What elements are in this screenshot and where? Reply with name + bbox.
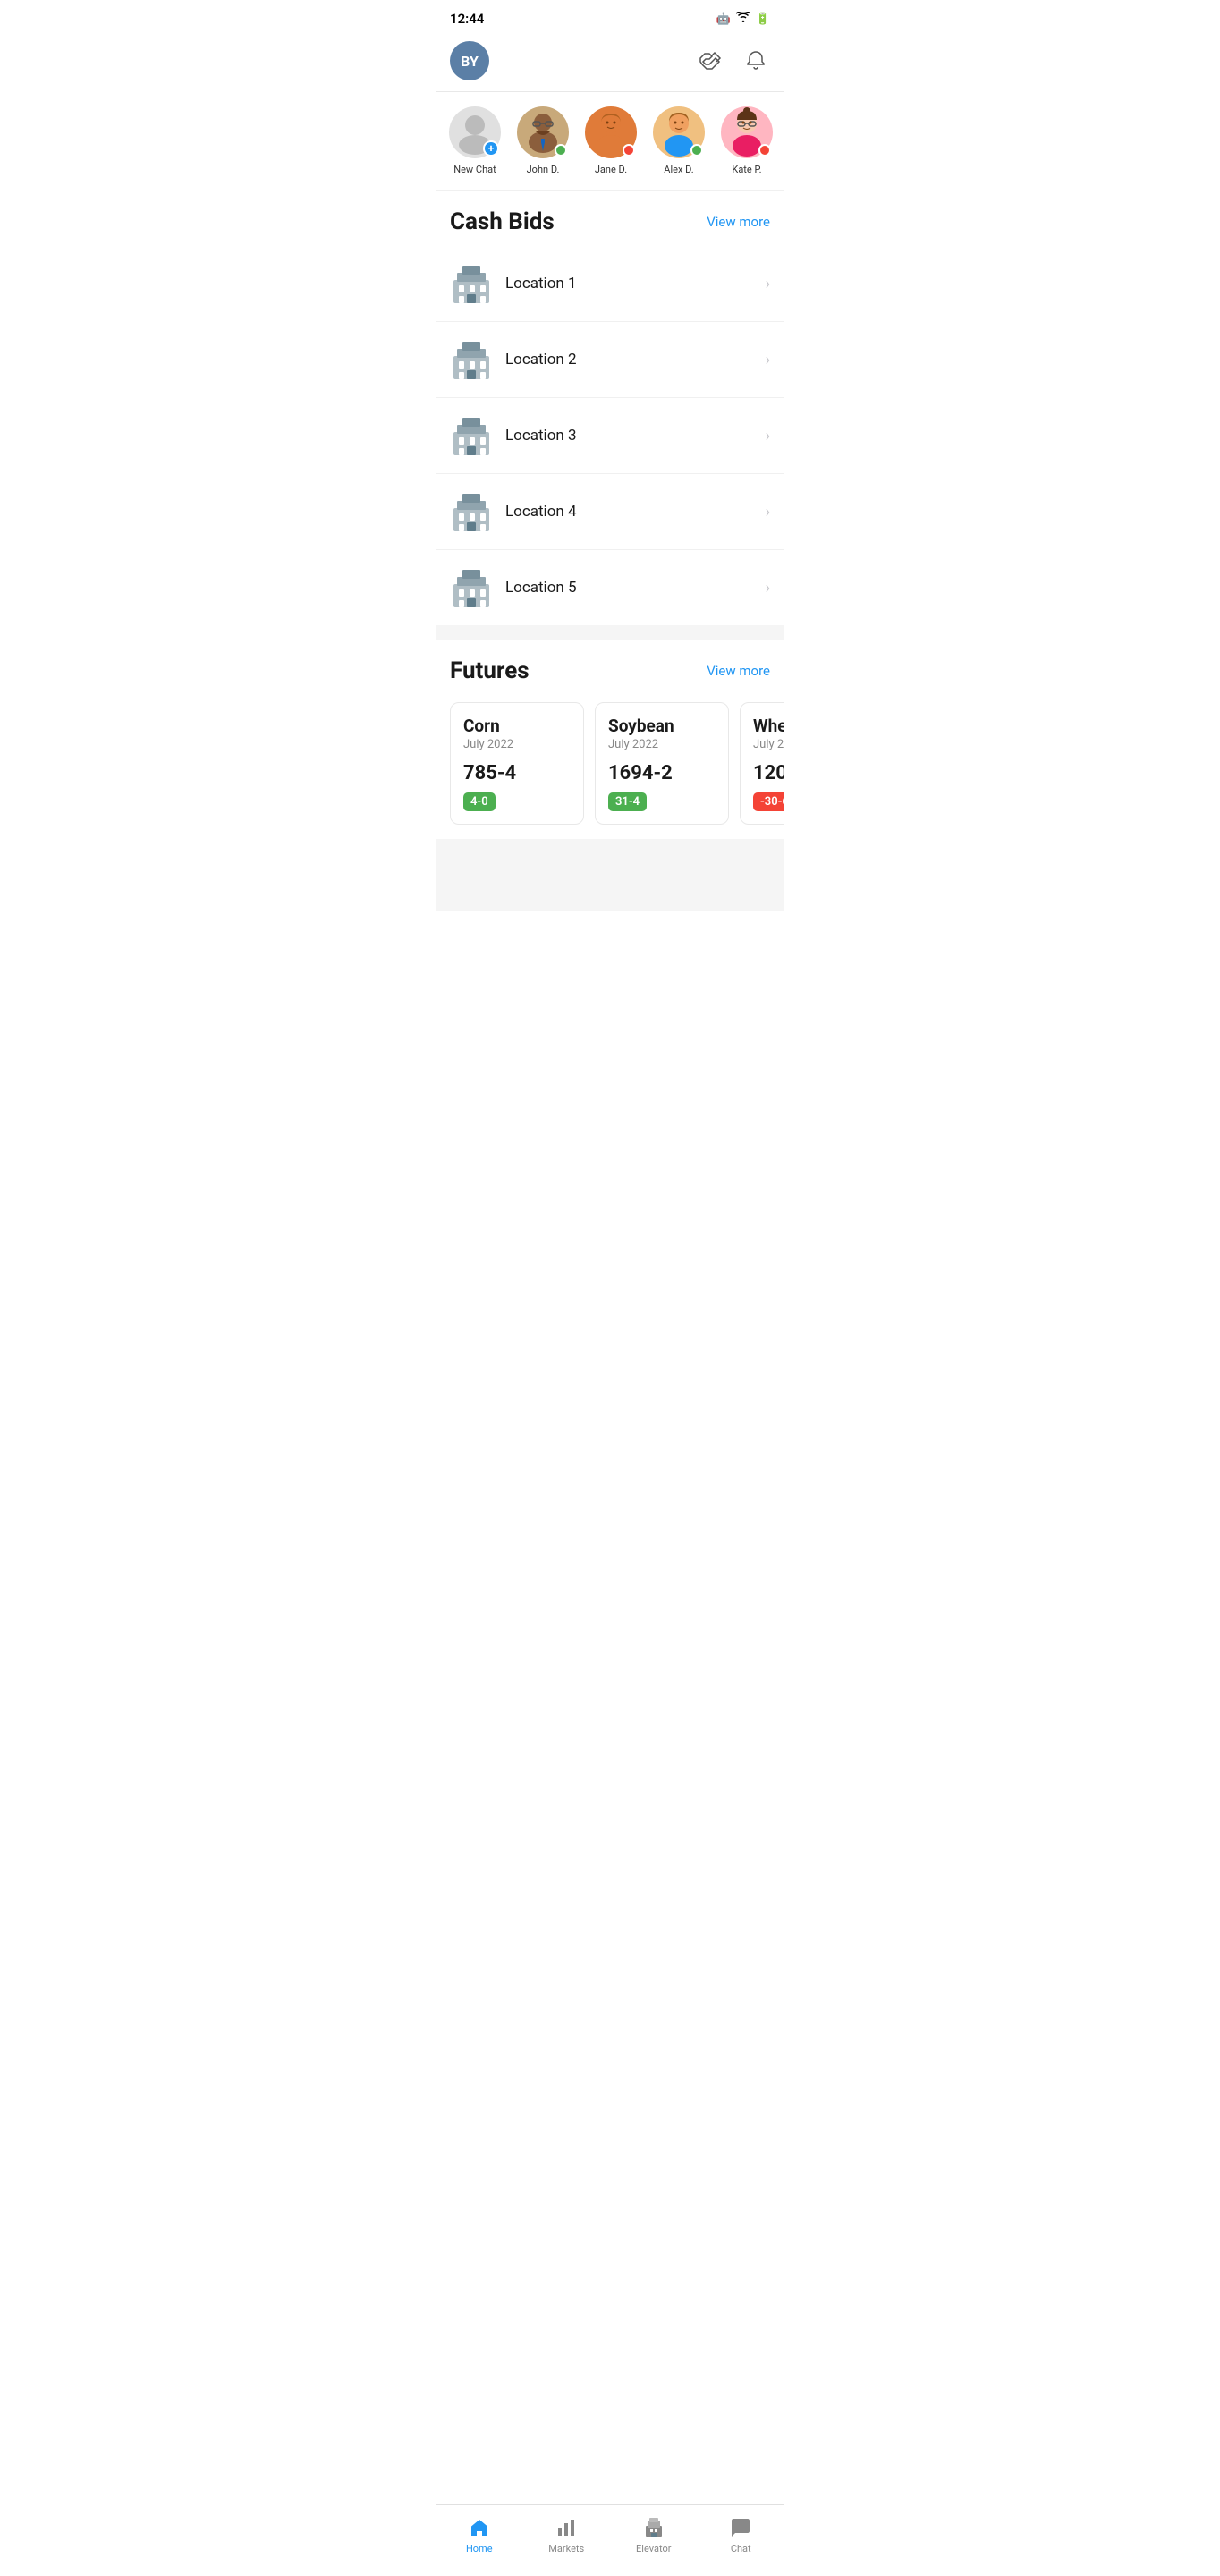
user-avatar[interactable]: BY [450,41,489,80]
status-time: 12:44 [450,11,484,27]
futures-section: Futures View more Corn July 2022 785-4 4… [436,640,784,839]
location-1-icon [450,262,493,305]
cash-bids-view-more[interactable]: View more [707,214,770,230]
header-icons [695,47,770,75]
futures-card-soybean[interactable]: Soybean July 2022 1694-2 31-4 [595,702,729,825]
contact-kate-p[interactable]: Kate P. [715,103,779,179]
soybean-month: July 2022 [608,738,716,751]
contact-alex-d[interactable]: Alex D. [647,103,711,179]
corn-change: 4-0 [463,792,496,811]
contacts-row: + New Chat [436,92,784,191]
jane-status-dot [623,144,635,157]
soybean-commodity: Soybean [608,716,716,736]
john-avatar-wrap [517,106,569,158]
location-2-icon [450,338,493,381]
contact-name-kate: Kate P. [732,164,761,175]
battery-icon: 🔋 [756,13,770,26]
contact-name-jane: Jane D. [595,164,627,175]
contact-new-chat[interactable]: + New Chat [443,103,507,179]
location-4-icon [450,490,493,533]
location-item-3[interactable]: Location 3 › [436,398,784,474]
status-bar: 12:44 🤖 🔋 [436,0,784,34]
location-item-5[interactable]: Location 5 › [436,550,784,625]
soybean-price: 1694-2 [608,762,716,784]
cash-bids-section: Cash Bids View more Location 1 › [436,191,784,625]
cash-bids-title: Cash Bids [450,208,555,235]
nav-markets[interactable]: Markets [523,2512,611,2558]
main-content: Cash Bids View more Location 1 › [436,191,784,911]
location-5-name: Location 5 [505,579,766,597]
futures-card-corn[interactable]: Corn July 2022 785-4 4-0 [450,702,584,825]
location-4-name: Location 4 [505,503,766,521]
android-icon: 🤖 [716,13,731,26]
location-4-chevron: › [766,503,770,521]
notifications-button[interactable] [741,47,770,75]
location-2-chevron: › [766,351,770,369]
wheat-price: 1200- [753,762,784,784]
location-3-icon [450,414,493,457]
alex-avatar-wrap [653,106,705,158]
futures-card-wheat[interactable]: Wheat July 2022 1200- -30-6 [740,702,784,825]
nav-home-label: Home [466,2543,493,2555]
alex-status-dot [690,144,703,157]
nav-chat-label: Chat [731,2543,751,2555]
chat-icon [729,2516,752,2539]
bottom-nav: Home Markets Elevator [436,2504,784,2576]
nav-elevator-label: Elevator [636,2543,671,2555]
location-3-name: Location 3 [505,427,766,445]
futures-view-more[interactable]: View more [707,663,770,679]
kate-avatar-wrap [721,106,773,158]
nav-markets-label: Markets [548,2543,584,2555]
location-2-name: Location 2 [505,351,766,369]
contact-name-alex: Alex D. [664,164,693,175]
new-chat-badge: + [483,140,499,157]
nav-elevator[interactable]: Elevator [610,2512,698,2558]
location-item-4[interactable]: Location 4 › [436,474,784,550]
location-5-chevron: › [766,579,770,597]
futures-cards: Corn July 2022 785-4 4-0 Soybean July 20… [436,695,784,839]
cash-bids-header: Cash Bids View more [436,191,784,246]
location-3-chevron: › [766,427,770,445]
futures-title: Futures [450,657,530,684]
markets-icon [555,2516,578,2539]
home-icon [468,2516,491,2539]
futures-header: Futures View more [436,640,784,695]
nav-home[interactable]: Home [436,2512,523,2558]
wheat-change: -30-6 [753,792,784,811]
header: BY [436,34,784,92]
location-item-1[interactable]: Location 1 › [436,246,784,322]
john-status-dot [555,144,567,157]
location-1-name: Location 1 [505,275,766,292]
jane-avatar-wrap [585,106,637,158]
wheat-commodity: Wheat [753,716,784,736]
corn-month: July 2022 [463,738,571,751]
nav-chat[interactable]: Chat [698,2512,785,2558]
contact-jane-d[interactable]: Jane D. [579,103,643,179]
contact-name-john: John D. [527,164,560,175]
wifi-icon [736,12,750,26]
elevator-icon [642,2516,665,2539]
corn-commodity: Corn [463,716,571,736]
status-icons: 🤖 🔋 [716,12,770,26]
soybean-change: 31-4 [608,792,647,811]
location-item-2[interactable]: Location 2 › [436,322,784,398]
location-1-chevron: › [766,275,770,293]
new-chat-avatar-wrap: + [449,106,501,158]
wheat-month: July 2022 [753,738,784,751]
location-5-icon [450,566,493,609]
corn-price: 785-4 [463,762,571,784]
handshake-button[interactable] [695,47,727,74]
kate-status-dot [758,144,771,157]
contact-john-d[interactable]: John D. [511,103,575,179]
contact-name-new-chat: New Chat [453,164,496,175]
